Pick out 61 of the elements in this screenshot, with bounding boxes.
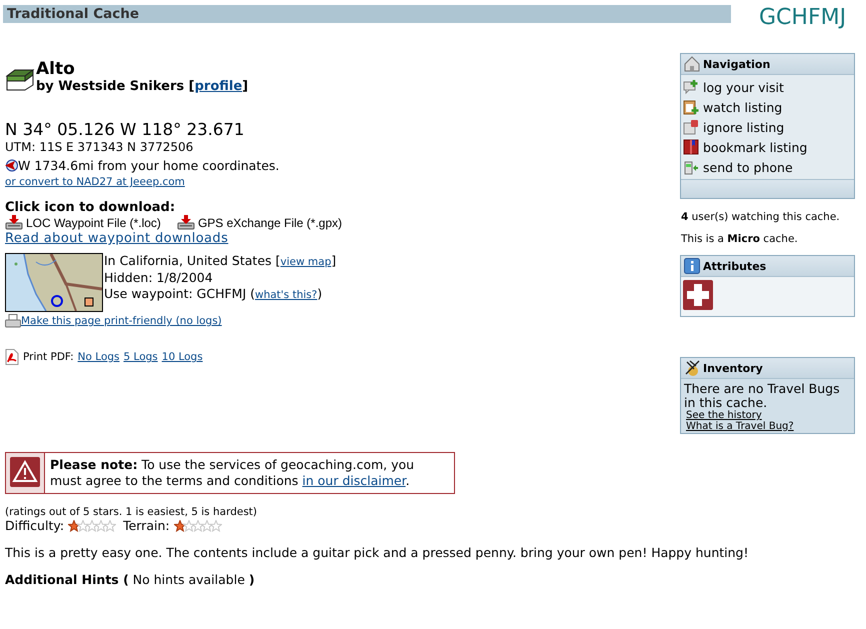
print-pdf-label: Print PDF: bbox=[23, 351, 74, 363]
nav-link[interactable]: watch listing bbox=[681, 97, 854, 117]
print-pdf-link[interactable]: 5 Logs bbox=[124, 351, 158, 363]
inventory-link[interactable]: See the history bbox=[686, 410, 762, 421]
convert-link[interactable]: or convert to NAD27 at Jeeep.com bbox=[5, 176, 185, 188]
rating-label: Difficulty: bbox=[5, 518, 64, 533]
speech-bubble-plus-icon bbox=[683, 79, 699, 95]
note-icon bbox=[683, 119, 699, 135]
nav-link[interactable]: bookmark listing bbox=[681, 137, 854, 157]
cache-type-bar: Traditional Cache bbox=[3, 5, 731, 23]
rating-label: Terrain: bbox=[123, 518, 170, 533]
info-icon bbox=[684, 258, 700, 274]
utm-coordinates: UTM: 11S E 371343 N 3772506 bbox=[5, 140, 194, 154]
description-text: This is a pretty easy one. The contents include a guitar pick and a pressed penny. bring your own pen! Happy hunting! bbox=[5, 545, 750, 560]
print-pdf-link[interactable]: No Logs bbox=[78, 351, 120, 363]
coordinates: N 34° 05.126 W 118° 23.671 bbox=[5, 120, 246, 140]
compass-arrow-icon bbox=[5, 159, 18, 172]
cache-code: GCHFMJ bbox=[759, 5, 846, 31]
profile-link[interactable]: profile bbox=[194, 79, 242, 94]
panel-title: Attributes bbox=[703, 260, 766, 272]
hidden-date: Hidden: 1/8/2004 bbox=[104, 270, 214, 286]
whats-this-link[interactable]: what's this? bbox=[255, 289, 318, 301]
waypoint-line: Use waypoint: GCHFMJ (what's this?) bbox=[104, 286, 324, 303]
nav-link[interactable]: ignore listing bbox=[681, 117, 854, 137]
download-icon bbox=[176, 215, 195, 230]
pdf-icon bbox=[5, 349, 19, 365]
panel-title: Inventory bbox=[703, 362, 763, 374]
phone-arrow-icon bbox=[683, 159, 699, 175]
panel-title: Navigation bbox=[703, 58, 770, 70]
disclaimer-link[interactable]: in our disclaimer bbox=[302, 473, 406, 488]
book-icon bbox=[683, 139, 699, 155]
print-friendly-link[interactable]: Make this page print-friendly (no logs) bbox=[5, 314, 222, 328]
waypoint-downloads-link[interactable]: Read about waypoint downloads bbox=[5, 231, 228, 246]
download-icon bbox=[5, 215, 23, 230]
location-line: In California, United States [view map] bbox=[104, 253, 336, 270]
download-file-link[interactable]: LOC Waypoint File (*.loc) bbox=[5, 215, 161, 230]
nav-link[interactable]: log your visit bbox=[681, 77, 854, 97]
printer-icon bbox=[5, 314, 21, 328]
nav-link[interactable]: send to phone bbox=[681, 157, 854, 177]
view-map-link[interactable]: view map bbox=[280, 256, 332, 268]
cache-size-text: This is a Micro cache. bbox=[681, 233, 799, 245]
owner-line: by Westside Snikers [profile] bbox=[36, 79, 248, 94]
watchers-text: 4 user(s) watching this cache. bbox=[681, 211, 841, 223]
warning-icon bbox=[10, 457, 40, 487]
bug-icon bbox=[684, 360, 700, 376]
house-icon bbox=[684, 56, 700, 72]
inventory-link[interactable]: What is a Travel Bug? bbox=[686, 421, 794, 432]
ratings-note: (ratings out of 5 stars. 1 is easiest, 5 is hardest) bbox=[5, 506, 258, 518]
cache-name: Alto bbox=[36, 59, 76, 79]
first-aid-icon bbox=[683, 280, 713, 310]
clipboard-plus-icon bbox=[683, 99, 699, 115]
notice-text: Please note: To use the services of geocaching.com, you must agree to the terms and conditions in our disclaimer. bbox=[49, 456, 416, 490]
hints-line: Additional Hints ( No hints available ) bbox=[5, 572, 256, 587]
inventory-text: There are no Travel Bugs in this cache. bbox=[684, 382, 841, 410]
distance-text: W 1734.6mi from your home coordinates. bbox=[18, 158, 280, 173]
download-heading: Click icon to download: bbox=[5, 200, 176, 215]
download-file-link[interactable]: GPS eXchange File (*.gpx) bbox=[176, 215, 342, 230]
filled-star-icon bbox=[68, 520, 80, 532]
filled-star-icon bbox=[174, 520, 186, 532]
cache-box-icon bbox=[5, 67, 35, 91]
print-pdf-link[interactable]: 10 Logs bbox=[162, 351, 203, 363]
